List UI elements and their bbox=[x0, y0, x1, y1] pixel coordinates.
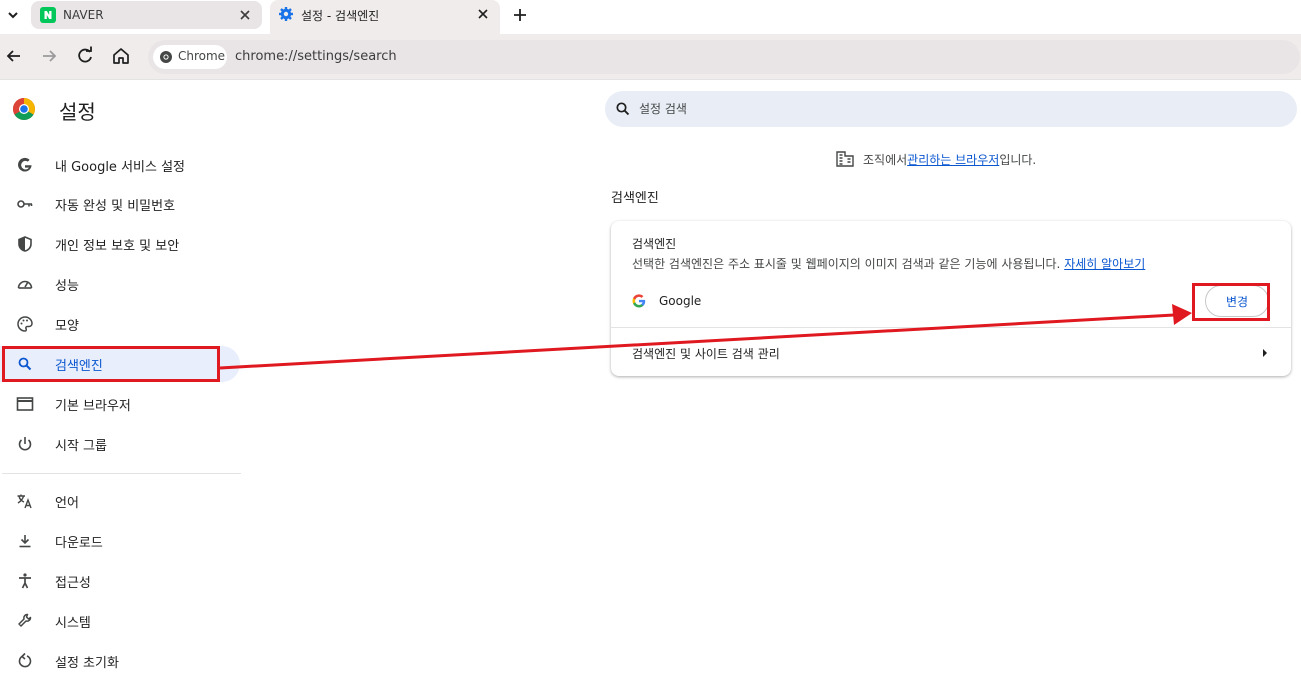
new-tab-button[interactable] bbox=[510, 5, 530, 25]
key-icon bbox=[17, 200, 33, 208]
chip-label: Chrome bbox=[178, 49, 226, 63]
sidebar-divider bbox=[2, 473, 241, 474]
sidebar-item-label: 다운로드 bbox=[55, 536, 103, 551]
toolbar: Chrome chrome://settings/search bbox=[0, 34, 1301, 80]
learn-more-link[interactable]: 자세히 알아보기 bbox=[1064, 257, 1145, 271]
sidebar-item-google-services[interactable]: 내 Google 서비스 설정 bbox=[0, 147, 240, 183]
speedometer-icon bbox=[17, 280, 33, 289]
naver-icon bbox=[40, 7, 56, 23]
manage-label: 검색엔진 및 사이트 검색 관리 bbox=[632, 347, 780, 361]
chrome-window: NAVER 설정 - 검색엔진 Chrome chrome://settings… bbox=[0, 0, 1301, 677]
sidebar-item-label: 설정 초기화 bbox=[55, 656, 119, 671]
sidebar-item-label: 자동 완성 및 비밀번호 bbox=[55, 199, 176, 214]
managed-browser-notice: 조직에서 관리하는 브라우저 입니다. bbox=[836, 150, 1036, 168]
gear-icon bbox=[278, 6, 294, 22]
tab-strip: NAVER 설정 - 검색엔진 bbox=[0, 0, 1301, 34]
wrench-icon bbox=[18, 613, 32, 627]
sidebar-item-languages[interactable]: 언어 bbox=[0, 483, 240, 519]
page-title: 설정 bbox=[59, 100, 96, 124]
sidebar-item-performance[interactable]: 성능 bbox=[0, 266, 240, 302]
home-icon bbox=[113, 48, 129, 64]
card-heading: 검색엔진 bbox=[632, 237, 677, 251]
managed-suffix: 입니다. bbox=[999, 152, 1037, 167]
search-input[interactable] bbox=[639, 91, 1279, 127]
arrow-right-icon bbox=[43, 50, 57, 62]
sidebar-item-appearance[interactable]: 모양 bbox=[0, 306, 240, 342]
translate-icon bbox=[17, 494, 32, 509]
tab-naver[interactable]: NAVER bbox=[31, 1, 262, 29]
close-icon[interactable] bbox=[237, 7, 253, 23]
home-button[interactable] bbox=[110, 45, 132, 67]
settings-search[interactable] bbox=[605, 91, 1297, 127]
google-logo-icon bbox=[632, 294, 646, 308]
sidebar-item-label: 개인 정보 보호 및 보안 bbox=[55, 239, 180, 254]
reload-button[interactable] bbox=[74, 45, 96, 67]
card-description: 선택한 검색엔진은 주소 표시줄 및 웹페이지의 이미지 검색과 같은 기능에 … bbox=[632, 255, 1145, 272]
forward-button[interactable] bbox=[38, 45, 60, 67]
managed-browser-link[interactable]: 관리하는 브라우저 bbox=[907, 151, 999, 168]
browser-window-icon bbox=[16, 397, 34, 411]
tab-settings[interactable]: 설정 - 검색엔진 bbox=[270, 0, 500, 34]
sidebar-item-default-browser[interactable]: 기본 브라우저 bbox=[0, 386, 240, 422]
sidebar-item-label: 성능 bbox=[55, 279, 79, 294]
accessibility-icon bbox=[19, 573, 31, 589]
sidebar-item-on-startup[interactable]: 시작 그룹 bbox=[0, 426, 240, 462]
toolbar-divider bbox=[0, 79, 1301, 80]
shield-icon bbox=[18, 236, 32, 252]
description-text: 선택한 검색엔진은 주소 표시줄 및 웹페이지의 이미지 검색과 같은 기능에 … bbox=[632, 257, 1065, 271]
search-icon bbox=[616, 102, 630, 116]
tab-title: NAVER bbox=[63, 8, 104, 22]
sidebar-item-label: 시작 그룹 bbox=[55, 439, 107, 454]
highlight-box-change-button bbox=[1192, 283, 1270, 321]
url-text: chrome://settings/search bbox=[235, 49, 397, 64]
sidebar-item-system[interactable]: 시스템 bbox=[0, 603, 240, 639]
arrow-left-icon bbox=[6, 50, 20, 62]
section-title: 검색엔진 bbox=[611, 191, 659, 206]
sidebar-item-reset[interactable]: 설정 초기화 bbox=[0, 643, 240, 677]
sidebar-item-label: 모양 bbox=[55, 319, 79, 334]
sidebar-item-autofill[interactable]: 자동 완성 및 비밀번호 bbox=[0, 186, 240, 222]
highlight-box-search-engine-nav bbox=[2, 346, 220, 382]
sidebar-item-label: 내 Google 서비스 설정 bbox=[55, 160, 185, 175]
back-button[interactable] bbox=[3, 45, 25, 67]
chrome-logo-icon bbox=[13, 98, 35, 120]
manage-search-engines-row[interactable]: 검색엔진 및 사이트 검색 관리 bbox=[611, 328, 1291, 376]
sidebar-item-accessibility[interactable]: 접근성 bbox=[0, 563, 240, 599]
site-info-chip[interactable]: Chrome bbox=[153, 45, 227, 69]
chevron-down-icon bbox=[8, 12, 18, 19]
download-icon bbox=[19, 535, 31, 548]
close-icon[interactable] bbox=[475, 6, 491, 22]
sidebar-item-label: 언어 bbox=[55, 496, 79, 511]
search-engine-card: 검색엔진 선택한 검색엔진은 주소 표시줄 및 웹페이지의 이미지 검색과 같은… bbox=[611, 221, 1291, 376]
reload-icon bbox=[78, 46, 92, 63]
tab-search-button[interactable] bbox=[0, 3, 26, 27]
sidebar-item-label: 시스템 bbox=[55, 616, 91, 631]
arrow-right-icon bbox=[1263, 349, 1267, 357]
sidebar-item-downloads[interactable]: 다운로드 bbox=[0, 523, 240, 559]
chrome-icon bbox=[160, 51, 172, 63]
sidebar-item-label: 기본 브라우저 bbox=[55, 399, 131, 414]
address-bar[interactable]: Chrome chrome://settings/search bbox=[148, 40, 1300, 74]
palette-icon bbox=[17, 316, 33, 332]
plus-icon bbox=[514, 9, 526, 21]
google-g-icon bbox=[18, 157, 32, 172]
reset-icon bbox=[18, 652, 32, 668]
engine-name: Google bbox=[659, 294, 702, 308]
sidebar-item-label: 접근성 bbox=[55, 576, 91, 591]
sidebar-item-privacy[interactable]: 개인 정보 보호 및 보안 bbox=[0, 226, 240, 262]
building-icon bbox=[836, 151, 854, 167]
power-icon bbox=[18, 437, 32, 451]
managed-prefix: 조직에서 bbox=[863, 152, 908, 167]
tab-title: 설정 - 검색엔진 bbox=[301, 9, 380, 23]
